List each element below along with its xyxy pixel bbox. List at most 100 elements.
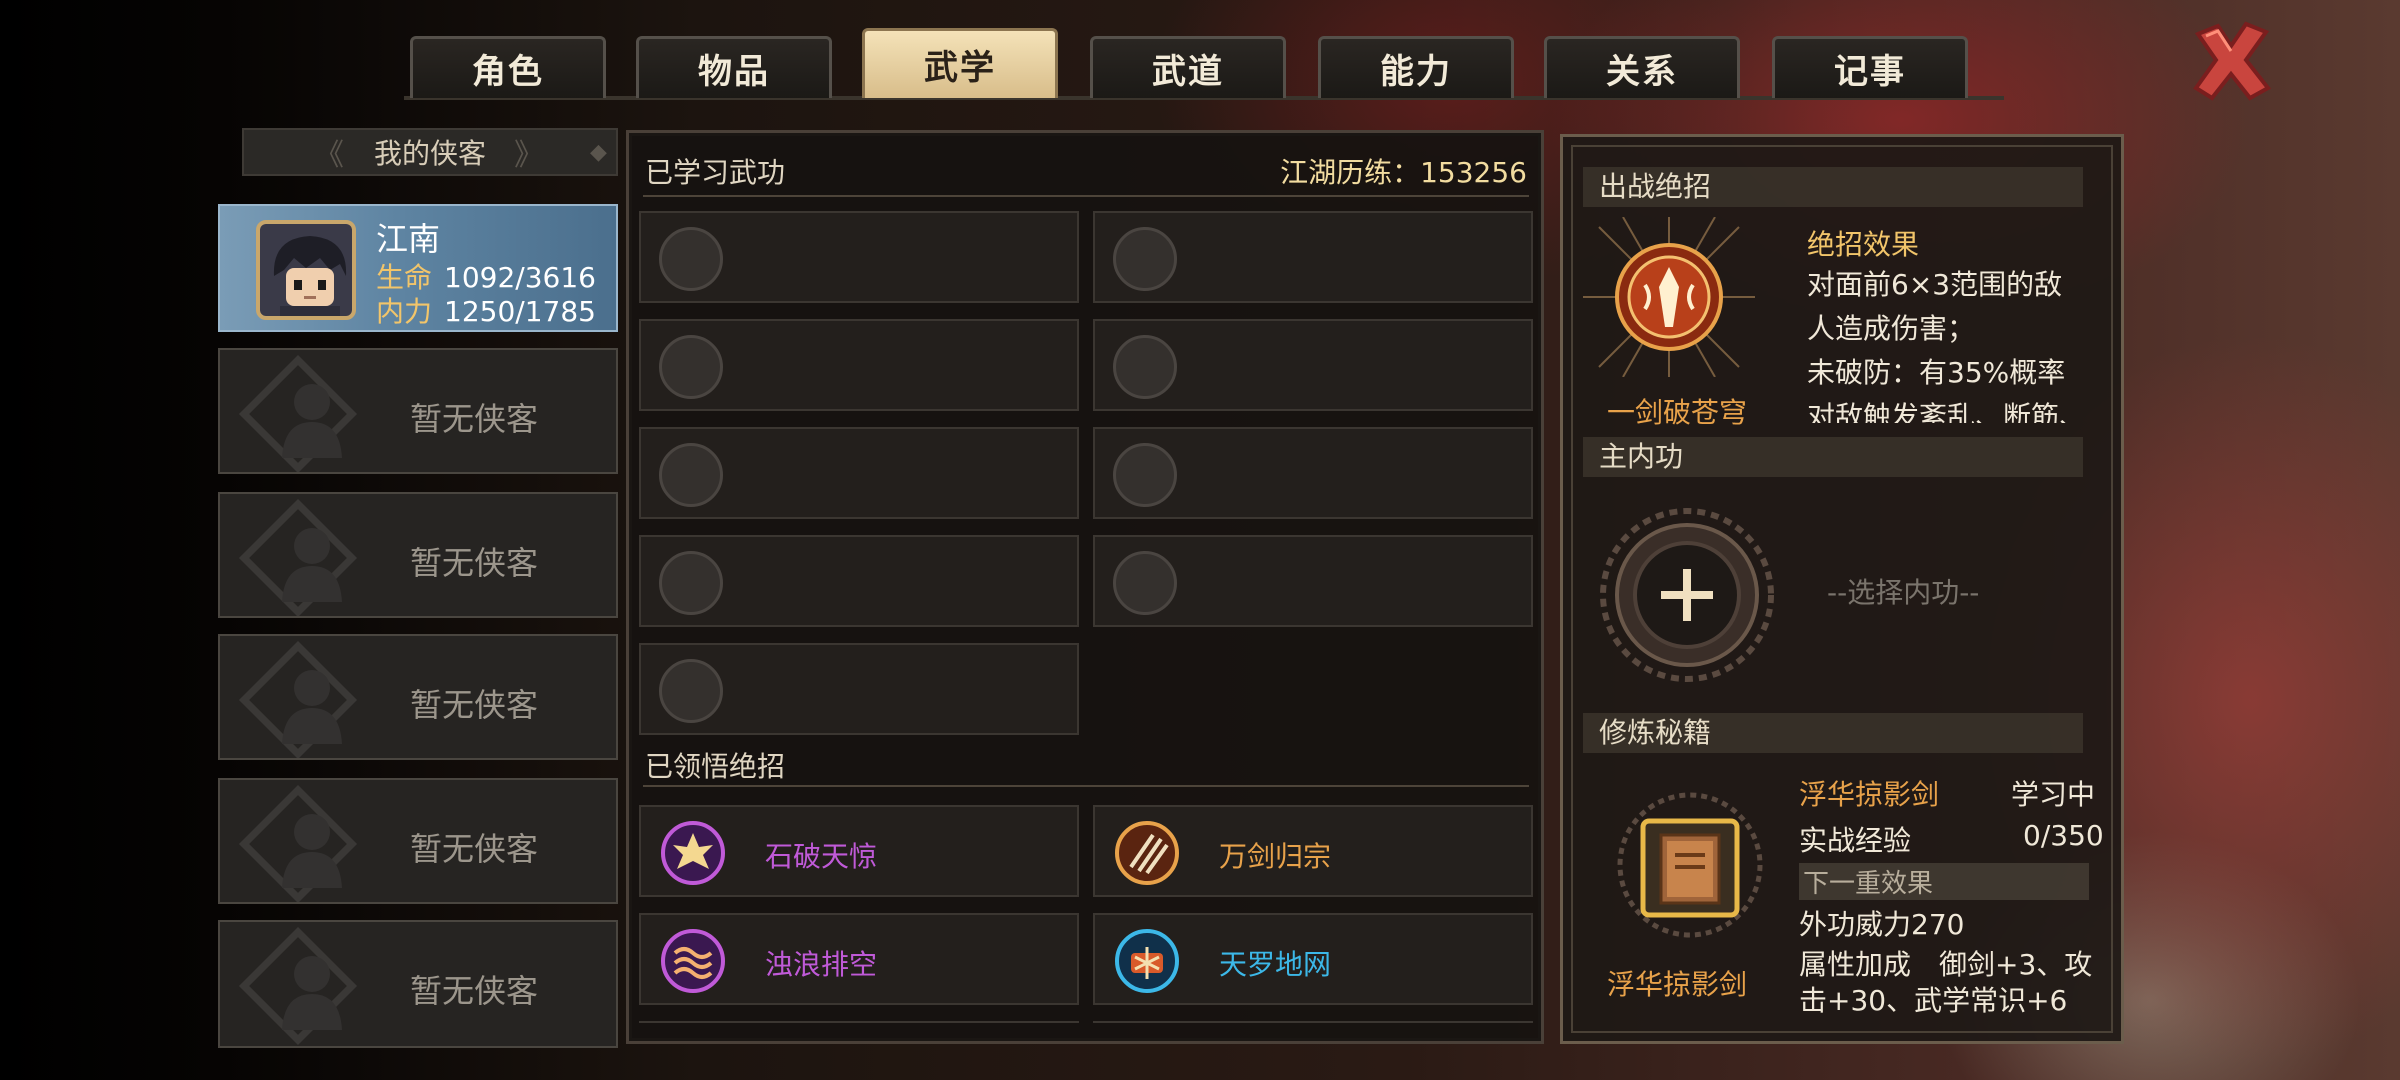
jianghu-label: 江湖历练：: [1280, 156, 1421, 189]
chevron-left-icon[interactable]: 《: [314, 130, 344, 174]
effect-text: 对面前6×3范围的敌 人造成伤害； 未破防：有35%概率对敌触发紊乱、断筋、: [1807, 263, 2097, 423]
effect-line: 对敌触发紊乱、断筋、: [1807, 400, 2088, 423]
jianghu-value: 153256: [1420, 156, 1527, 189]
skill-slot-icon: [659, 227, 723, 291]
ultimate-name: 万剑归宗: [1219, 840, 1332, 873]
book-icon[interactable]: [1615, 787, 1765, 947]
net-icon: [1115, 929, 1179, 993]
chevron-right-icon[interactable]: 》: [514, 130, 544, 174]
skill-slot[interactable]: [1093, 319, 1533, 411]
scroll-hint: [639, 1021, 1079, 1023]
next-effect-label: 下一重效果: [1799, 863, 2089, 900]
power-label: 外功威力: [1799, 908, 1912, 941]
ultimate-item[interactable]: 天罗地网: [1093, 913, 1533, 1005]
close-icon[interactable]: [2188, 18, 2274, 104]
skill-slot-icon: [659, 335, 723, 399]
training-status: 学习中: [2011, 778, 2096, 811]
empty-hero-slot[interactable]: 暂无侠客: [218, 920, 618, 1048]
ultimate-item[interactable]: 万剑归宗: [1093, 805, 1533, 897]
roster-title: 我的侠客: [373, 137, 486, 170]
hero-name: 江南: [376, 220, 441, 258]
mp-label: 内力: [376, 295, 433, 328]
empty-hero-slot[interactable]: 暂无侠客: [218, 492, 618, 618]
scroll-hint: [1093, 1021, 1533, 1023]
tab-5[interactable]: 关系: [1544, 36, 1740, 98]
skill-slot[interactable]: [1093, 427, 1533, 519]
tab-6[interactable]: 记事: [1772, 36, 1968, 98]
ultimate-item[interactable]: 石破天惊: [639, 805, 1079, 897]
silhouette-icon: [282, 814, 342, 888]
skill-slot-icon: [659, 443, 723, 507]
tab-4[interactable]: 能力: [1318, 36, 1514, 98]
effect-title: 绝招效果: [1807, 228, 1920, 261]
jianghu-experience: 江湖历练：153256: [1280, 151, 1527, 191]
skill-slot-icon: [1113, 335, 1177, 399]
skill-slot-icon: [1113, 227, 1177, 291]
select-inner-placeholder[interactable]: --选择内功--: [1827, 571, 1979, 611]
silhouette-icon: [282, 528, 342, 602]
attr-row: 属性加成 御剑+3、攻: [1799, 943, 2092, 983]
add-inner-skill-button[interactable]: [1599, 507, 1775, 683]
skill-slot-icon: [1113, 443, 1177, 507]
empty-hero-slot[interactable]: 暂无侠客: [218, 634, 618, 760]
divider: [643, 195, 1529, 197]
skill-slot[interactable]: [1093, 535, 1533, 627]
tab-3[interactable]: 武道: [1090, 36, 1286, 98]
battle-ult-header: 出战绝招: [1583, 167, 2083, 207]
empty-slot-label: 暂无侠客: [410, 400, 539, 438]
attr-line-2: 击+30、武学常识+6: [1799, 984, 2068, 1017]
ultimate-item[interactable]: 浊浪排空: [639, 913, 1079, 1005]
diamond-icon: ◆: [590, 139, 607, 165]
roster-header: 《 我的侠客 》 ◆: [242, 128, 618, 176]
silhouette-icon: [282, 384, 342, 458]
empty-hero-slot[interactable]: 暂无侠客: [218, 348, 618, 474]
attr-line-1: 御剑+3、攻: [1939, 948, 2093, 981]
skill-slot[interactable]: [639, 211, 1079, 303]
effect-line: 人造成伤害；: [1807, 312, 1976, 345]
mp-value: 1250/1785: [444, 295, 596, 328]
empty-slot-label: 暂无侠客: [410, 544, 539, 582]
power-value: 270: [1911, 908, 1965, 941]
ultimate-name: 浊浪排空: [765, 948, 878, 981]
exp-value: 0/350: [2023, 819, 2104, 852]
main-inner-header: 主内功: [1583, 437, 2083, 477]
sword-rain-icon: [1115, 821, 1179, 885]
effect-line: 对面前6×3范围的敌: [1807, 268, 2063, 301]
effect-line: 未破防：有35%概率: [1807, 356, 2066, 389]
sunburst-icon: [1583, 217, 1755, 377]
battle-ult-name[interactable]: 一剑破苍穹: [1607, 391, 1747, 431]
skill-slot-icon: [1113, 551, 1177, 615]
tab-0[interactable]: 角色: [410, 36, 606, 98]
ultimate-name: 石破天惊: [765, 840, 878, 873]
divider: [643, 785, 1529, 787]
skill-slot[interactable]: [639, 427, 1079, 519]
empty-hero-slot[interactable]: 暂无侠客: [218, 778, 618, 904]
hero-card-jiangnan[interactable]: 江南 生命 1092/3616 内力 1250/1785: [218, 204, 618, 332]
empty-slot-label: 暂无侠客: [410, 830, 539, 868]
exp-label: 实战经验: [1799, 824, 1912, 857]
book-caption: 浮华掠影剑: [1607, 968, 1748, 1001]
silhouette-icon: [282, 956, 342, 1030]
martial-arts-panel: 已学习武功 江湖历练：153256 已领悟绝招 石破天惊 万剑归宗浊浪排空 天罗地网: [626, 130, 1544, 1044]
tab-2[interactable]: 武学: [862, 28, 1058, 98]
empty-slot-label: 暂无侠客: [410, 972, 539, 1010]
detail-panel: 出战绝招 一剑破苍穹 绝招效果 对面前6×3范围的敌 人造成伤害； 未破防：有35%…: [1560, 134, 2124, 1044]
learned-title: 已学习武功: [645, 156, 786, 189]
ultimates-title: 已领悟绝招: [645, 750, 786, 783]
skill-slot-icon: [659, 659, 723, 723]
training-header: 修炼秘籍: [1583, 713, 2083, 753]
skill-slot[interactable]: [639, 535, 1079, 627]
hero-mp: 内力 1250/1785: [376, 290, 596, 330]
skill-slot[interactable]: [639, 643, 1079, 735]
book-name: 浮华掠影剑: [1799, 778, 1940, 811]
wave-icon: [661, 929, 725, 993]
power-row: 外功威力270: [1799, 903, 1964, 943]
silhouette-icon: [282, 670, 342, 744]
burst-icon: [661, 821, 725, 885]
empty-slot-label: 暂无侠客: [410, 686, 539, 724]
ultimate-name: 天罗地网: [1219, 948, 1332, 981]
skill-slot[interactable]: [1093, 211, 1533, 303]
skill-slot-icon: [659, 551, 723, 615]
skill-slot[interactable]: [639, 319, 1079, 411]
tab-1[interactable]: 物品: [636, 36, 832, 98]
